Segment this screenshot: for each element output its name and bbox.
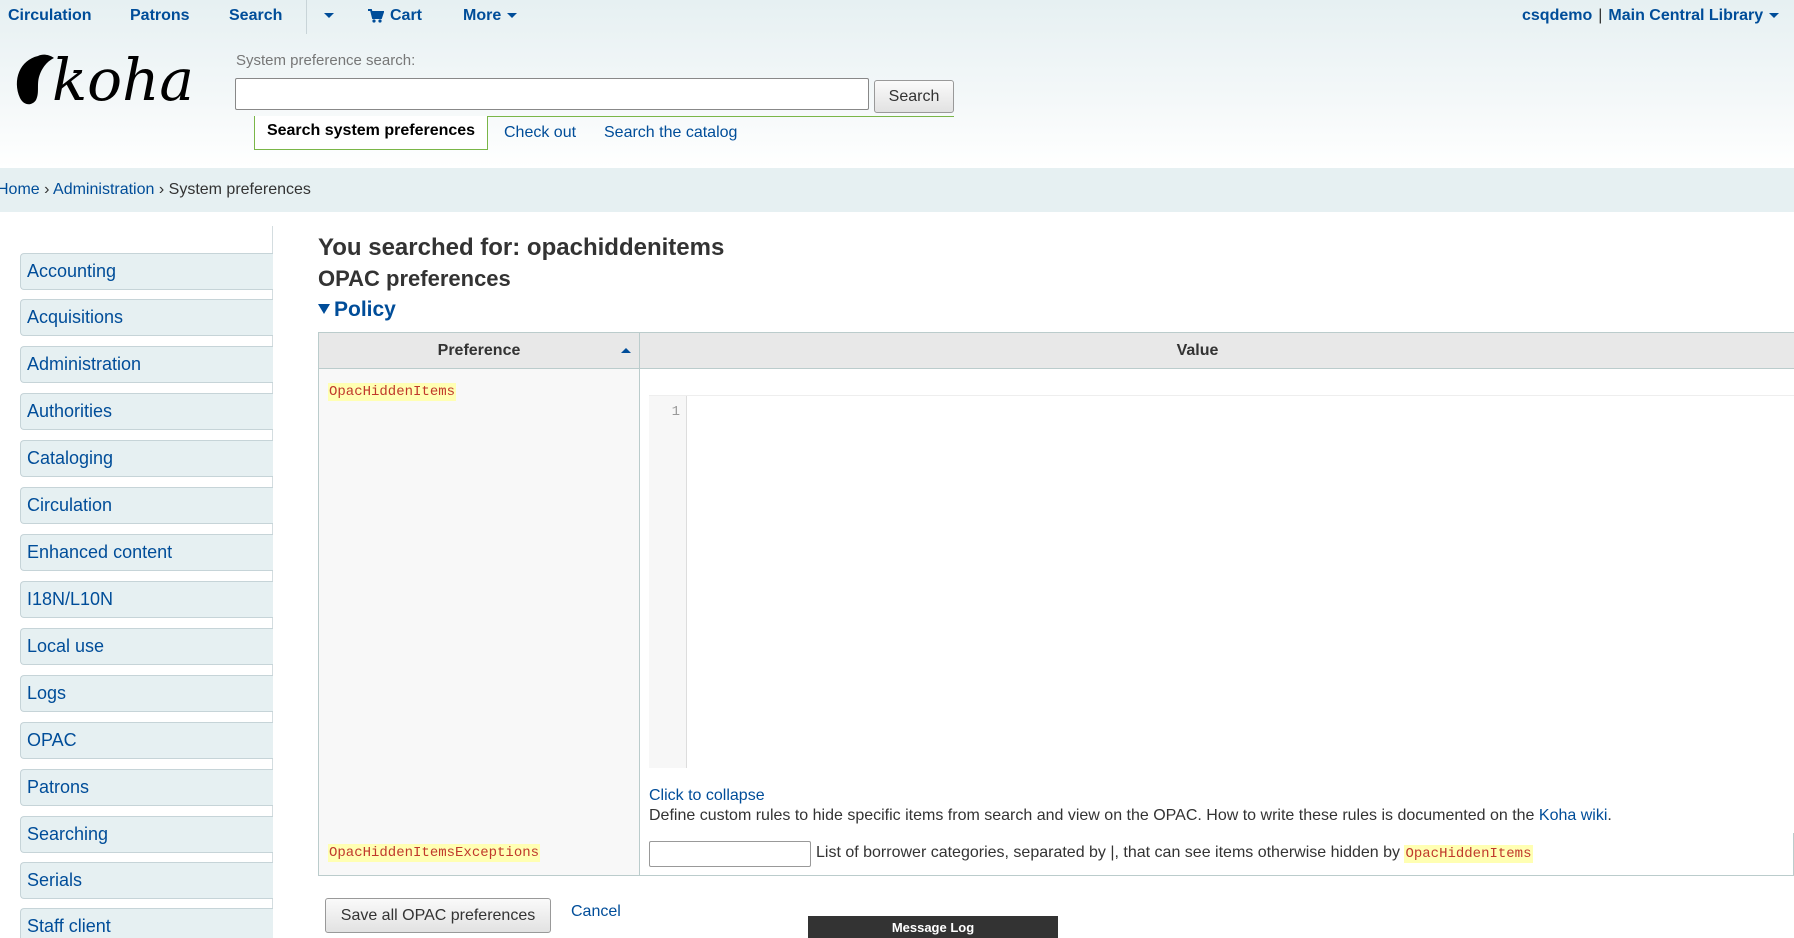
description-text: Define custom rules to hide specific ite… xyxy=(649,807,1539,824)
preference-description: List of borrower categories, separated b… xyxy=(816,844,1533,863)
breadcrumb-administration[interactable]: Administration xyxy=(53,181,154,198)
nav-circulation[interactable]: Circulation xyxy=(8,7,92,25)
nav-more[interactable]: More xyxy=(463,7,518,25)
sidebar-item-patrons[interactable]: Patrons xyxy=(20,769,273,806)
search-label: System preference search: xyxy=(236,52,416,69)
hidden-items-exceptions-input[interactable] xyxy=(649,841,811,867)
tab-search-system-preferences[interactable]: Search system preferences xyxy=(254,116,488,150)
search-button[interactable]: Search xyxy=(874,80,954,113)
nav-search-dropdown[interactable] xyxy=(318,7,334,25)
collapse-link[interactable]: Click to collapse xyxy=(649,787,765,805)
editor-gutter: 1 xyxy=(649,396,687,768)
breadcrumb-current: System preferences xyxy=(168,181,311,198)
sidebar-item-administration[interactable]: Administration xyxy=(20,346,273,383)
section-heading: OPAC preferences xyxy=(318,266,511,291)
caret-down-icon xyxy=(507,13,518,19)
sidebar-item-searching[interactable]: Searching xyxy=(20,816,273,853)
sidebar-item-opac[interactable]: OPAC xyxy=(20,722,273,759)
table-row: OpacHiddenItemsExceptions List of borrow… xyxy=(319,833,1794,875)
breadcrumb-home[interactable]: Home xyxy=(0,181,40,198)
policy-group-toggle[interactable]: Policy xyxy=(318,298,396,322)
logo-text: koha xyxy=(52,48,194,110)
preference-name-cell: OpacHiddenItemsExceptions xyxy=(319,833,640,875)
sidebar-item-cataloging[interactable]: Cataloging xyxy=(20,440,273,477)
column-header-preference-label: Preference xyxy=(437,342,521,359)
search-result-heading: You searched for: opachiddenitems xyxy=(318,234,725,261)
nav-patrons[interactable]: Patrons xyxy=(130,7,190,25)
nav-separator xyxy=(306,0,307,34)
preference-name-cell: OpacHiddenItems xyxy=(319,369,640,833)
breadcrumb-separator: › xyxy=(44,181,50,198)
preference-value-cell: 1 Click to collapse Define custom rules … xyxy=(640,369,1794,833)
cart-icon xyxy=(368,8,384,23)
sidebar-item-serials[interactable]: Serials xyxy=(20,862,273,899)
sidebar-item-acquisitions[interactable]: Acquisitions xyxy=(20,299,273,336)
library-selector[interactable]: Main Central Library xyxy=(1608,7,1763,24)
sidebar-item-enhanced-content[interactable]: Enhanced content xyxy=(20,534,273,571)
sidebar-item-staff-client[interactable]: Staff client xyxy=(20,908,273,938)
preference-reference: OpacHiddenItems xyxy=(1404,845,1533,863)
preference-value-cell: List of borrower categories, separated b… xyxy=(640,833,1794,875)
save-all-button[interactable]: Save all OPAC preferences xyxy=(325,898,551,933)
description-text: List of borrower categories, separated b… xyxy=(816,844,1405,861)
nav-cart-label: Cart xyxy=(390,7,423,24)
caret-down-icon xyxy=(324,13,334,19)
nav-cart[interactable]: Cart xyxy=(368,7,422,25)
policy-heading: Policy xyxy=(334,298,396,321)
column-header-preference[interactable]: Preference xyxy=(319,333,640,369)
sidebar-item-accounting[interactable]: Accounting xyxy=(20,253,273,290)
koha-logo[interactable]: koha xyxy=(10,48,195,110)
breadcrumb-bar: Home › Administration › System preferenc… xyxy=(0,168,1794,212)
line-number: 1 xyxy=(671,404,680,420)
top-navigation: Circulation Patrons Search Cart More csq… xyxy=(0,0,1794,34)
triangle-down-icon xyxy=(318,303,330,314)
breadcrumb-separator: › xyxy=(158,181,165,198)
code-editor[interactable]: 1 xyxy=(649,395,1794,768)
sidebar-item-circulation[interactable]: Circulation xyxy=(20,487,273,524)
message-log-bar[interactable]: Message Log xyxy=(808,916,1058,938)
koha-wiki-link[interactable]: Koha wiki xyxy=(1539,807,1607,824)
sidebar-item-authorities[interactable]: Authorities xyxy=(20,393,273,430)
preferences-sidebar: Accounting Acquisitions Administration A… xyxy=(0,226,273,938)
preferences-table: Preference Value OpacHiddenItems 1 Click… xyxy=(318,332,1794,876)
tab-check-out[interactable]: Check out xyxy=(504,116,576,150)
sort-ascending-icon xyxy=(621,348,631,353)
preference-name: OpacHiddenItems xyxy=(328,383,457,401)
logged-in-user[interactable]: csqdemo xyxy=(1522,7,1592,24)
description-end: . xyxy=(1607,807,1612,824)
nav-more-label: More xyxy=(463,7,502,24)
nav-pipe: | xyxy=(1598,7,1603,24)
cancel-link[interactable]: Cancel xyxy=(571,903,621,921)
breadcrumb: Home › Administration › System preferenc… xyxy=(0,181,311,199)
sidebar-item-local-use[interactable]: Local use xyxy=(20,628,273,665)
nav-search[interactable]: Search xyxy=(229,7,282,25)
syspref-search-input[interactable] xyxy=(235,78,869,110)
column-header-value[interactable]: Value xyxy=(640,333,1794,369)
nav-user-area: csqdemo | Main Central Library xyxy=(1522,7,1780,25)
table-row: OpacHiddenItems 1 Click to collapse Defi… xyxy=(319,369,1794,833)
caret-down-icon[interactable] xyxy=(1769,13,1780,19)
sidebar-item-i18n-l10n[interactable]: I18N/L10N xyxy=(20,581,273,618)
preference-name: OpacHiddenItemsExceptions xyxy=(328,844,541,862)
sidebar-item-logs[interactable]: Logs xyxy=(20,675,273,712)
tab-search-catalog[interactable]: Search the catalog xyxy=(604,116,737,150)
preference-description: Define custom rules to hide specific ite… xyxy=(649,807,1612,825)
